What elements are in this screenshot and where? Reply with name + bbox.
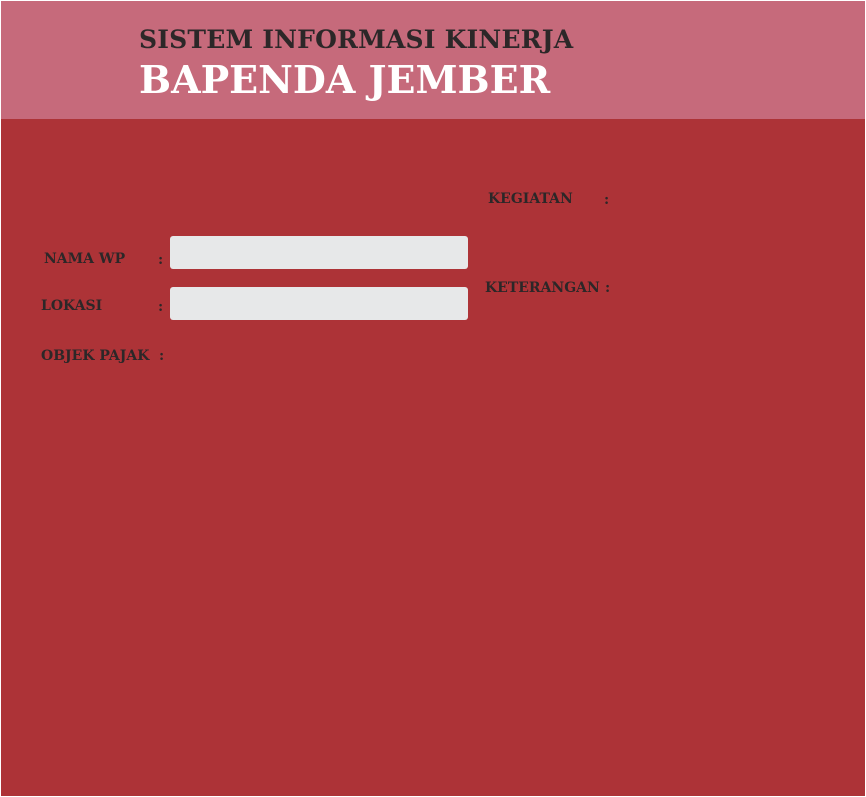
keterangan-colon: : <box>605 280 611 296</box>
app-frame: SISTEM INFORMASI KINERJA BAPENDA JEMBER … <box>1 1 865 796</box>
objek-pajak-colon: : <box>159 348 165 364</box>
nama-wp-input[interactable] <box>170 236 468 269</box>
lokasi-colon: : <box>158 299 164 315</box>
nama-wp-label: NAMA WP <box>44 251 126 267</box>
page-header: SISTEM INFORMASI KINERJA BAPENDA JEMBER <box>1 1 865 119</box>
keterangan-label: KETERANGAN <box>485 280 600 296</box>
nama-wp-colon: : <box>158 252 164 268</box>
app-subtitle: SISTEM INFORMASI KINERJA <box>139 25 574 54</box>
kegiatan-label: KEGIATAN <box>488 191 573 207</box>
app-title: BAPENDA JEMBER <box>139 57 551 102</box>
lokasi-label: LOKASI <box>41 298 103 314</box>
objek-pajak-label: OBJEK PAJAK <box>41 348 150 364</box>
lokasi-input[interactable] <box>170 287 468 320</box>
kegiatan-colon: : <box>604 192 610 208</box>
